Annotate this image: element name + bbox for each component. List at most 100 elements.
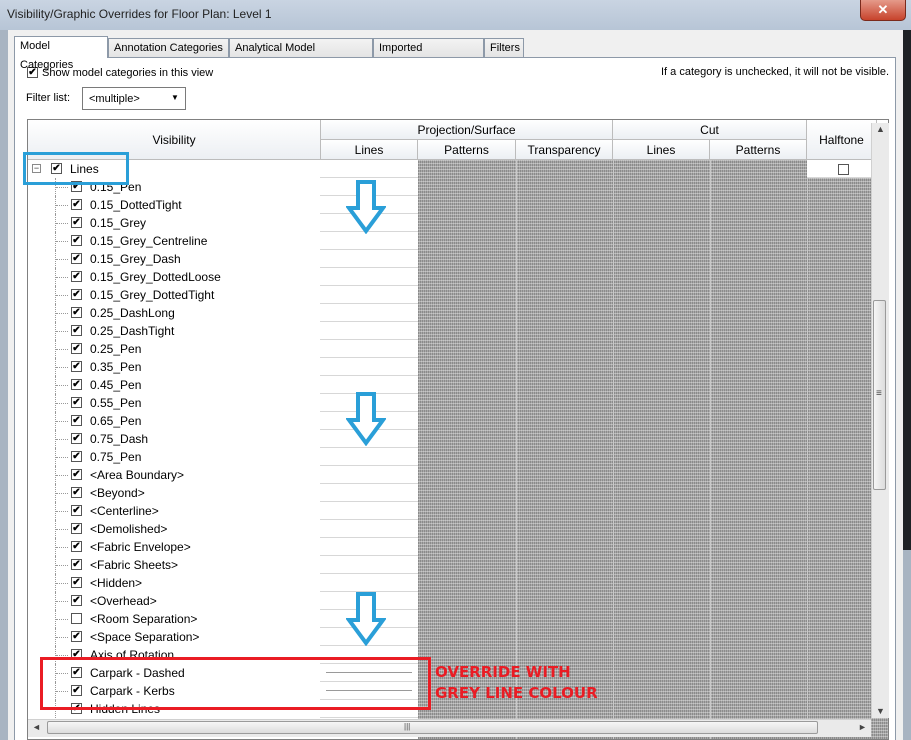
visibility-checkbox[interactable]: ✔ <box>71 379 82 390</box>
header-projection-surface: Projection/Surface <box>321 120 613 140</box>
visibility-checkbox[interactable]: ✔ <box>71 541 82 552</box>
tab-imported-categories[interactable]: Imported Categories <box>373 38 484 73</box>
visibility-checkbox[interactable]: ✔ <box>71 487 82 498</box>
visibility-checkbox[interactable]: ✔ <box>71 325 82 336</box>
category-row[interactable]: ✔ <Fabric Envelope> <box>28 538 418 556</box>
tab-analytical-model-categories[interactable]: Analytical Model Categories <box>229 38 373 73</box>
projection-lines-cell[interactable] <box>320 358 418 376</box>
tree-connector <box>56 277 68 278</box>
visibility-checkbox[interactable]: ✔ <box>71 307 82 318</box>
tab-annotation-categories[interactable]: Annotation Categories <box>108 38 229 57</box>
projection-lines-cell[interactable] <box>320 574 418 592</box>
unchecked-hint-text: If a category is unchecked, it will not … <box>661 66 890 78</box>
visibility-checkbox[interactable]: ✔ <box>71 415 82 426</box>
column-divider <box>516 160 517 739</box>
visibility-checkbox[interactable]: ✔ <box>71 631 82 642</box>
category-row[interactable]: ✔ 0.15_Grey_DottedTight <box>28 286 418 304</box>
category-row[interactable]: ✔ <Demolished> <box>28 520 418 538</box>
tree-connector <box>56 457 68 458</box>
projection-lines-cell[interactable] <box>320 232 418 250</box>
projection-lines-cell[interactable] <box>320 268 418 286</box>
projection-lines-cell[interactable] <box>320 286 418 304</box>
down-arrow-icon <box>346 392 386 446</box>
column-divider <box>807 160 808 739</box>
category-name: 0.15_Grey_Dash <box>90 252 181 266</box>
visibility-checkbox[interactable]: ✔ <box>71 199 82 210</box>
visibility-checkbox[interactable] <box>71 613 82 624</box>
visibility-checkbox[interactable]: ✔ <box>71 577 82 588</box>
tree-connector <box>56 637 68 638</box>
grip-icon: ≡ <box>876 388 882 399</box>
category-row[interactable]: ✔ 0.15_Grey_Centreline <box>28 232 418 250</box>
visibility-checkbox[interactable]: ✔ <box>71 361 82 372</box>
category-row[interactable]: ✔ <Centerline> <box>28 502 418 520</box>
header-cut-lines: Lines <box>613 140 710 160</box>
category-row[interactable]: ✔ <Beyond> <box>28 484 418 502</box>
projection-lines-cell[interactable] <box>320 160 418 178</box>
tree-connector <box>56 205 68 206</box>
visibility-checkbox[interactable]: ✔ <box>71 235 82 246</box>
category-row[interactable]: ✔ 0.15_Grey_Dash <box>28 250 418 268</box>
projection-lines-cell[interactable] <box>320 322 418 340</box>
hgrip-icon: ||| <box>404 722 411 731</box>
category-grid: Visibility Projection/Surface Cut Halfto… <box>27 119 889 740</box>
filter-list-dropdown[interactable]: <multiple> ▼ <box>82 87 186 110</box>
visibility-checkbox[interactable]: ✔ <box>71 343 82 354</box>
projection-lines-cell[interactable] <box>320 340 418 358</box>
projection-lines-cell[interactable] <box>320 502 418 520</box>
category-name: <Room Separation> <box>90 612 198 626</box>
category-row[interactable]: ✔ <Area Boundary> <box>28 466 418 484</box>
tab-filters[interactable]: Filters <box>484 38 524 57</box>
tab-model-categories[interactable]: Model Categories <box>14 36 108 71</box>
category-row[interactable]: ✔ 0.25_DashTight <box>28 322 418 340</box>
projection-lines-cell[interactable] <box>320 484 418 502</box>
tree-connector <box>56 421 68 422</box>
visibility-checkbox[interactable]: ✔ <box>71 253 82 264</box>
category-row[interactable]: ✔ <Fabric Sheets> <box>28 556 418 574</box>
visibility-checkbox[interactable]: ✔ <box>71 523 82 534</box>
visibility-checkbox[interactable]: ✔ <box>71 559 82 570</box>
visibility-checkbox[interactable]: ✔ <box>71 451 82 462</box>
category-name: <Fabric Envelope> <box>90 540 191 554</box>
category-row[interactable]: ✔ 0.25_DashLong <box>28 304 418 322</box>
category-name: 0.65_Pen <box>90 414 142 428</box>
tree-connector <box>56 367 68 368</box>
scroll-left-icon[interactable]: ◄ <box>32 722 41 732</box>
visibility-checkbox[interactable]: ✔ <box>71 595 82 606</box>
category-row[interactable]: ✔ <Hidden> <box>28 574 418 592</box>
projection-lines-cell[interactable] <box>320 250 418 268</box>
projection-lines-cell[interactable] <box>320 520 418 538</box>
close-button[interactable]: ✕ <box>860 0 906 21</box>
visibility-checkbox[interactable]: ✔ <box>71 469 82 480</box>
visibility-checkbox[interactable]: ✔ <box>71 217 82 228</box>
projection-lines-cell[interactable] <box>320 304 418 322</box>
projection-lines-cell[interactable] <box>320 538 418 556</box>
tree-connector <box>56 241 68 242</box>
visibility-checkbox[interactable]: ✔ <box>71 505 82 516</box>
visibility-checkbox[interactable]: ✔ <box>71 397 82 408</box>
scroll-up-icon[interactable]: ▲ <box>876 124 885 134</box>
scroll-right-icon[interactable]: ► <box>858 722 867 732</box>
projection-lines-cell[interactable] <box>320 556 418 574</box>
horizontal-scroll-thumb[interactable] <box>47 721 818 734</box>
scroll-down-icon[interactable]: ▼ <box>876 706 885 716</box>
category-name: <Demolished> <box>90 522 168 536</box>
category-row[interactable]: ✔ 0.25_Pen <box>28 340 418 358</box>
halftone-cell[interactable] <box>807 160 877 178</box>
visibility-checkbox[interactable]: ✔ <box>71 433 82 444</box>
category-name: <Hidden> <box>90 576 143 590</box>
projection-lines-cell[interactable] <box>320 448 418 466</box>
window-title: Visibility/Graphic Overrides for Floor P… <box>7 7 272 21</box>
halftone-checkbox[interactable] <box>838 164 849 175</box>
category-row[interactable]: ✔ 0.35_Pen <box>28 358 418 376</box>
projection-lines-cell[interactable] <box>320 466 418 484</box>
tree-connector <box>56 187 68 188</box>
header-projection-transparency: Transparency <box>516 140 613 160</box>
visibility-checkbox[interactable]: ✔ <box>71 289 82 300</box>
close-icon: ✕ <box>877 2 889 17</box>
tree-connector <box>56 475 68 476</box>
override-annotation: OVERRIDE WITH GREY LINE COLOUR <box>435 662 598 704</box>
category-row[interactable]: ✔ 0.75_Pen <box>28 448 418 466</box>
category-row[interactable]: ✔ 0.15_Grey_DottedLoose <box>28 268 418 286</box>
visibility-checkbox[interactable]: ✔ <box>71 271 82 282</box>
